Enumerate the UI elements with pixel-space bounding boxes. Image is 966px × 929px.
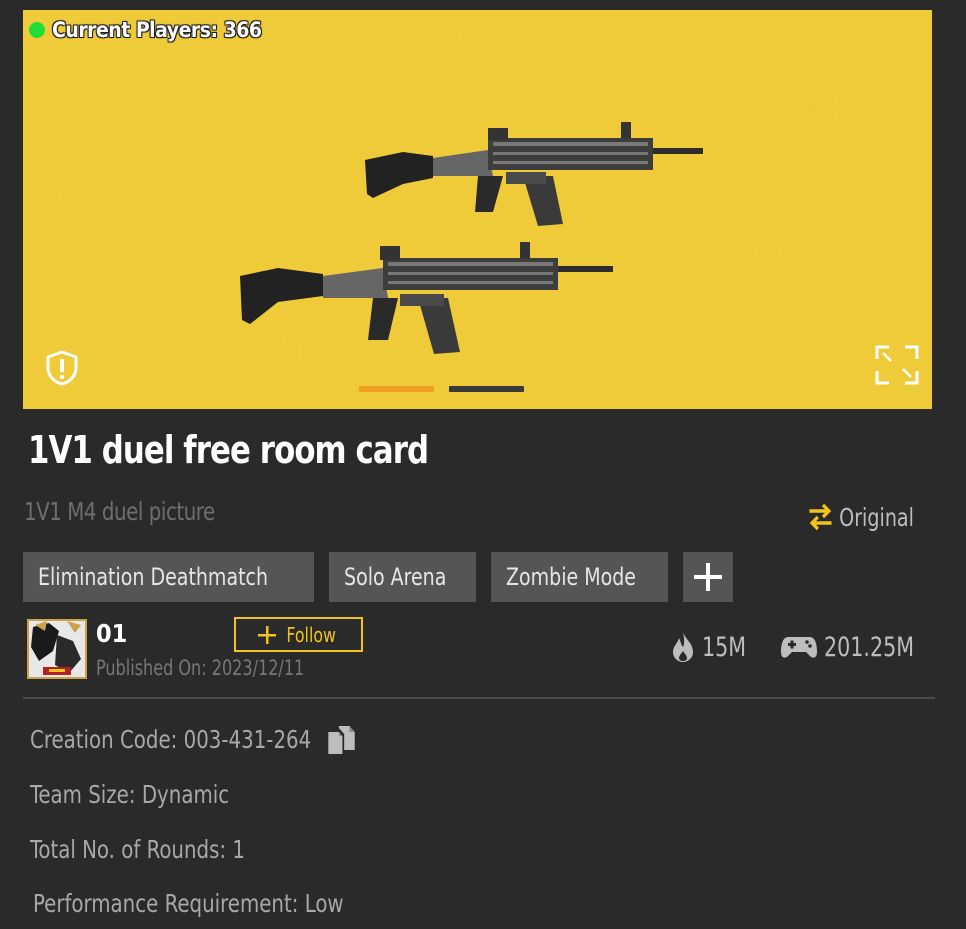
image-pager bbox=[359, 386, 524, 392]
tag-solo-arena[interactable]: Solo Arena bbox=[329, 552, 476, 602]
map-preview-banner[interactable]: · · · · · · · · · · · · · · · · · · · · ·… bbox=[23, 10, 932, 409]
rifle-image-bottom bbox=[240, 242, 613, 354]
watermark: · · · · · · · · · · · · · · · · bbox=[451, 30, 505, 66]
heat-value: 15M bbox=[702, 631, 747, 663]
add-tag-button[interactable] bbox=[683, 552, 734, 602]
published-date: Published On: 2023/12/11 bbox=[96, 656, 305, 680]
swap-arrows-icon bbox=[809, 503, 832, 531]
watermark: · · · · · · · · · · · · · · · bbox=[51, 190, 105, 224]
follow-button[interactable]: Follow bbox=[234, 617, 363, 652]
plus-icon bbox=[694, 563, 723, 591]
shield-warning-icon[interactable] bbox=[45, 350, 79, 386]
pager-dot[interactable] bbox=[449, 386, 524, 392]
total-rounds: Total No. of Rounds: 1 bbox=[30, 835, 245, 864]
current-players-indicator: Current Players: 366 bbox=[29, 18, 262, 42]
tag-elimination-deathmatch[interactable]: Elimination Deathmatch bbox=[23, 552, 315, 602]
gamepad-icon bbox=[781, 637, 818, 658]
original-badge: Original bbox=[806, 500, 914, 534]
page-title: 1V1 duel free room card bbox=[28, 428, 429, 472]
follow-label: Follow bbox=[286, 622, 337, 647]
original-label: Original bbox=[839, 502, 914, 532]
copy-icon[interactable] bbox=[326, 726, 356, 756]
watermark: · · · · · · · · · · · · · · · · bbox=[741, 230, 795, 266]
page-subtitle: 1V1 M4 duel picture bbox=[24, 497, 215, 526]
online-status-dot bbox=[29, 22, 45, 38]
stats-row: 15M 201.25M bbox=[670, 631, 930, 663]
divider bbox=[23, 697, 935, 699]
author-name[interactable]: 01 bbox=[96, 619, 127, 648]
heat-stat: 15M bbox=[670, 631, 754, 663]
tag-list: Elimination Deathmatch Solo Arena Zombie… bbox=[23, 552, 734, 602]
rifle-image-top bbox=[365, 122, 703, 226]
pager-dot-active[interactable] bbox=[359, 386, 434, 392]
fullscreen-icon[interactable] bbox=[875, 345, 919, 385]
creation-code: Creation Code: 003-431-264 bbox=[30, 725, 312, 754]
plus-icon bbox=[258, 625, 277, 644]
performance-requirement: Performance Requirement: Low bbox=[33, 889, 344, 918]
avatar-image bbox=[29, 621, 85, 677]
tag-zombie-mode[interactable]: Zombie Mode bbox=[490, 552, 669, 602]
plays-value: 201.25M bbox=[824, 631, 915, 663]
current-players-label: Current Players: 366 bbox=[52, 18, 262, 42]
plays-stat: 201.25M bbox=[780, 632, 930, 663]
creation-code-row: Creation Code: 003-431-264 bbox=[30, 725, 356, 756]
watermark: · · · · · · · · · · · · · · · · bbox=[811, 90, 865, 126]
author-avatar[interactable] bbox=[27, 619, 87, 679]
flame-icon bbox=[673, 632, 694, 662]
team-size: Team Size: Dynamic bbox=[30, 780, 230, 809]
